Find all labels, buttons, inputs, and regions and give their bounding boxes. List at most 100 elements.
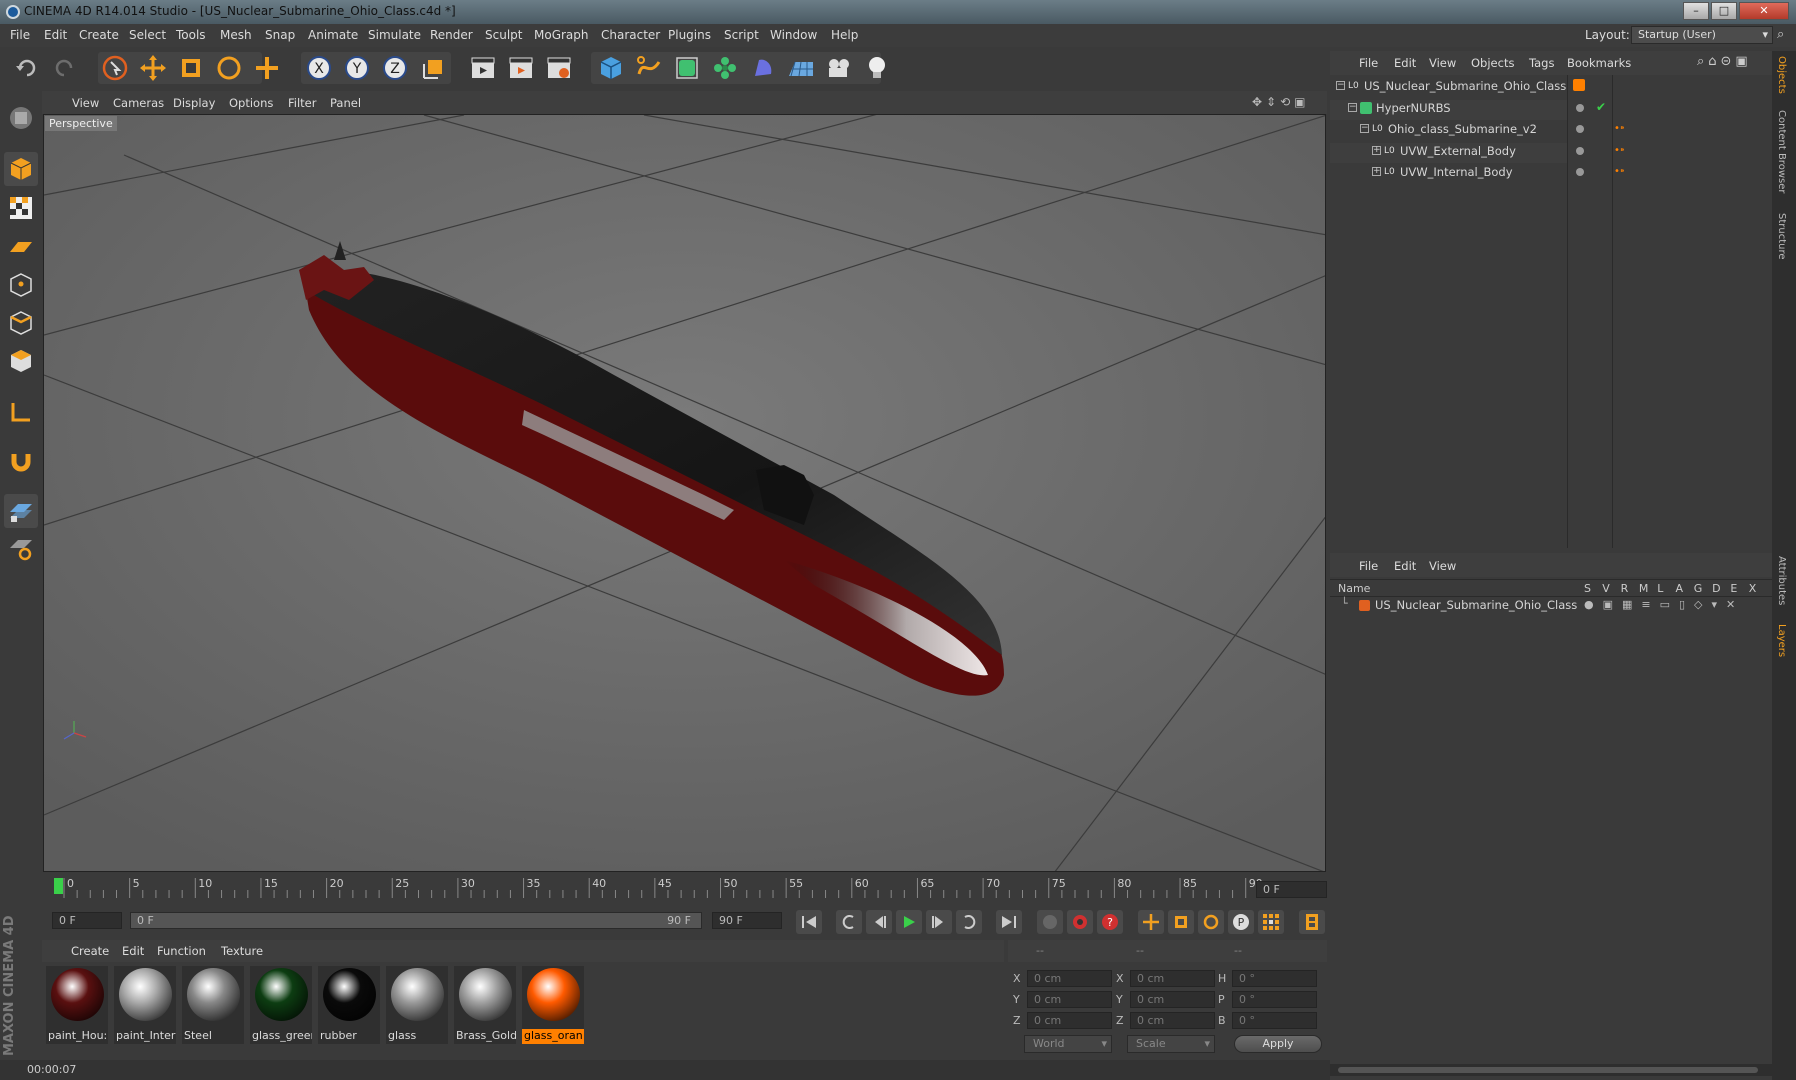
- layer-row-name[interactable]: US_Nuclear_Submarine_Ohio_Class: [1375, 598, 1577, 612]
- object-name[interactable]: UVW_External_Body: [1400, 144, 1516, 158]
- play-button[interactable]: [896, 910, 922, 934]
- menu-animate[interactable]: Animate: [308, 28, 358, 42]
- key-scale-button[interactable]: [1168, 910, 1194, 934]
- key-parameter-button[interactable]: P: [1228, 910, 1254, 934]
- menu-snap[interactable]: Snap: [265, 28, 295, 42]
- layer-color-swatch[interactable]: [1359, 600, 1370, 611]
- menu-character[interactable]: Character: [601, 28, 660, 42]
- start-frame-field[interactable]: 0 F: [52, 912, 122, 929]
- tab-objects[interactable]: Objects: [1776, 56, 1787, 94]
- previous-frame-button[interactable]: [866, 910, 892, 934]
- expand-toggle-icon[interactable]: +: [1372, 167, 1381, 176]
- object-name[interactable]: HyperNURBS: [1376, 101, 1451, 115]
- add-light-button[interactable]: [861, 52, 893, 84]
- viewport-menu-cameras[interactable]: Cameras: [113, 96, 164, 110]
- x-axis-lock-button[interactable]: X: [303, 52, 335, 84]
- previous-key-button[interactable]: [836, 910, 862, 934]
- viewport-menu-view[interactable]: View: [72, 96, 99, 110]
- coord-value-field[interactable]: 0 °: [1232, 970, 1317, 987]
- coordinate-system-button[interactable]: [418, 52, 450, 84]
- layer-column-header[interactable]: X: [1749, 582, 1757, 595]
- layer-column-header[interactable]: D: [1712, 582, 1720, 595]
- material-menu-texture[interactable]: Texture: [221, 944, 263, 958]
- visibility-dot-icon[interactable]: [1576, 168, 1584, 176]
- expand-toggle-icon[interactable]: −: [1348, 102, 1357, 112]
- go-to-end-button[interactable]: [996, 910, 1022, 934]
- layer-menu-view[interactable]: View: [1429, 559, 1456, 573]
- layer-column-header[interactable]: R: [1621, 582, 1629, 595]
- polygons-mode-button[interactable]: [4, 344, 38, 378]
- layer-horizontal-scrollbar[interactable]: [1330, 1064, 1772, 1076]
- object-menu-objects[interactable]: Objects: [1471, 56, 1514, 70]
- go-to-start-button[interactable]: [796, 910, 822, 934]
- expand-toggle-icon[interactable]: −: [1360, 124, 1369, 133]
- material-swatch[interactable]: glass_greer: [250, 966, 312, 1044]
- layer-column-header[interactable]: A: [1676, 582, 1684, 595]
- material-swatch[interactable]: glass_oran: [522, 966, 584, 1044]
- viewport-menu-options[interactable]: Options: [229, 96, 273, 110]
- viewport-menu-panel[interactable]: Panel: [330, 96, 361, 110]
- coord-value-field[interactable]: 0 °: [1232, 1012, 1317, 1029]
- move-tool-button[interactable]: [137, 52, 169, 84]
- viewport-menu-display[interactable]: Display: [173, 96, 215, 110]
- coord-value-field[interactable]: 0 cm: [1130, 1012, 1215, 1029]
- enabled-check-icon[interactable]: ✔: [1596, 100, 1606, 114]
- object-name[interactable]: Ohio_class_Submarine_v2: [1388, 122, 1537, 136]
- menu-plugins[interactable]: Plugins: [668, 28, 711, 42]
- rotate-tool-button[interactable]: [213, 52, 245, 84]
- render-view-button[interactable]: [467, 52, 499, 84]
- add-deformer-button[interactable]: [747, 52, 779, 84]
- tab-layers[interactable]: Layers: [1776, 624, 1787, 657]
- menu-tools[interactable]: Tools: [176, 28, 206, 42]
- layer-column-header[interactable]: G: [1694, 582, 1703, 595]
- add-floor-button[interactable]: [785, 52, 817, 84]
- add-array-button[interactable]: [709, 52, 741, 84]
- menu-file[interactable]: File: [10, 28, 30, 42]
- material-menu-function[interactable]: Function: [157, 944, 206, 958]
- live-selection-button[interactable]: [99, 52, 131, 84]
- material-swatch[interactable]: Brass_Gold: [454, 966, 516, 1044]
- add-spline-button[interactable]: [633, 52, 665, 84]
- object-menu-view[interactable]: View: [1429, 56, 1456, 70]
- key-position-button[interactable]: [1138, 910, 1164, 934]
- material-menu-edit[interactable]: Edit: [122, 944, 144, 958]
- scale-tool-button[interactable]: [175, 52, 207, 84]
- layer-toggle-icons[interactable]: ●▣▦≡▭▯◇▾✕: [1584, 598, 1744, 611]
- object-menu-file[interactable]: File: [1359, 56, 1378, 70]
- coordinate-space-dropdown[interactable]: World ▾: [1024, 1035, 1112, 1053]
- next-key-button[interactable]: [956, 910, 982, 934]
- object-name[interactable]: US_Nuclear_Submarine_Ohio_Class: [1364, 79, 1566, 93]
- material-swatch[interactable]: paint_Inter: [114, 966, 176, 1044]
- planar-workplane-button[interactable]: [4, 532, 38, 566]
- menu-script[interactable]: Script: [724, 28, 759, 42]
- texture-tag-icon[interactable]: •⁍: [1614, 145, 1625, 156]
- key-pla-button[interactable]: [1258, 910, 1284, 934]
- material-swatch[interactable]: Steel: [182, 966, 244, 1044]
- layer-menu-edit[interactable]: Edit: [1394, 559, 1416, 573]
- recent-tool-button[interactable]: [251, 52, 283, 84]
- render-picture-viewer-button[interactable]: [505, 52, 537, 84]
- minimize-button[interactable]: –: [1683, 2, 1709, 20]
- expand-toggle-icon[interactable]: −: [1336, 81, 1345, 90]
- layout-dropdown[interactable]: Startup (User) ▾: [1631, 26, 1773, 44]
- coord-value-field[interactable]: 0 cm: [1027, 970, 1112, 987]
- material-swatch[interactable]: paint_Hou:: [46, 966, 108, 1044]
- visibility-dot-icon[interactable]: [1576, 125, 1584, 133]
- model-mode-button[interactable]: [4, 152, 38, 186]
- layer-color-swatch[interactable]: [1573, 79, 1585, 91]
- coord-value-field[interactable]: 0 cm: [1130, 970, 1215, 987]
- perspective-viewport[interactable]: Perspective: [43, 114, 1326, 872]
- texture-tag-icon[interactable]: •⁍: [1614, 166, 1625, 177]
- menu-sculpt[interactable]: Sculpt: [485, 28, 522, 42]
- layer-column-header[interactable]: V: [1602, 582, 1610, 595]
- add-camera-button[interactable]: [823, 52, 855, 84]
- menu-window[interactable]: Window: [770, 28, 817, 42]
- coord-value-field[interactable]: 0 cm: [1027, 991, 1112, 1008]
- redo-button[interactable]: [49, 52, 81, 84]
- keyframe-selection-button[interactable]: ?: [1097, 910, 1123, 934]
- menu-edit[interactable]: Edit: [44, 28, 67, 42]
- close-button[interactable]: ✕: [1739, 2, 1789, 20]
- workplane-lock-button[interactable]: [4, 494, 38, 528]
- snap-button[interactable]: [4, 444, 38, 478]
- undo-button[interactable]: [10, 52, 42, 84]
